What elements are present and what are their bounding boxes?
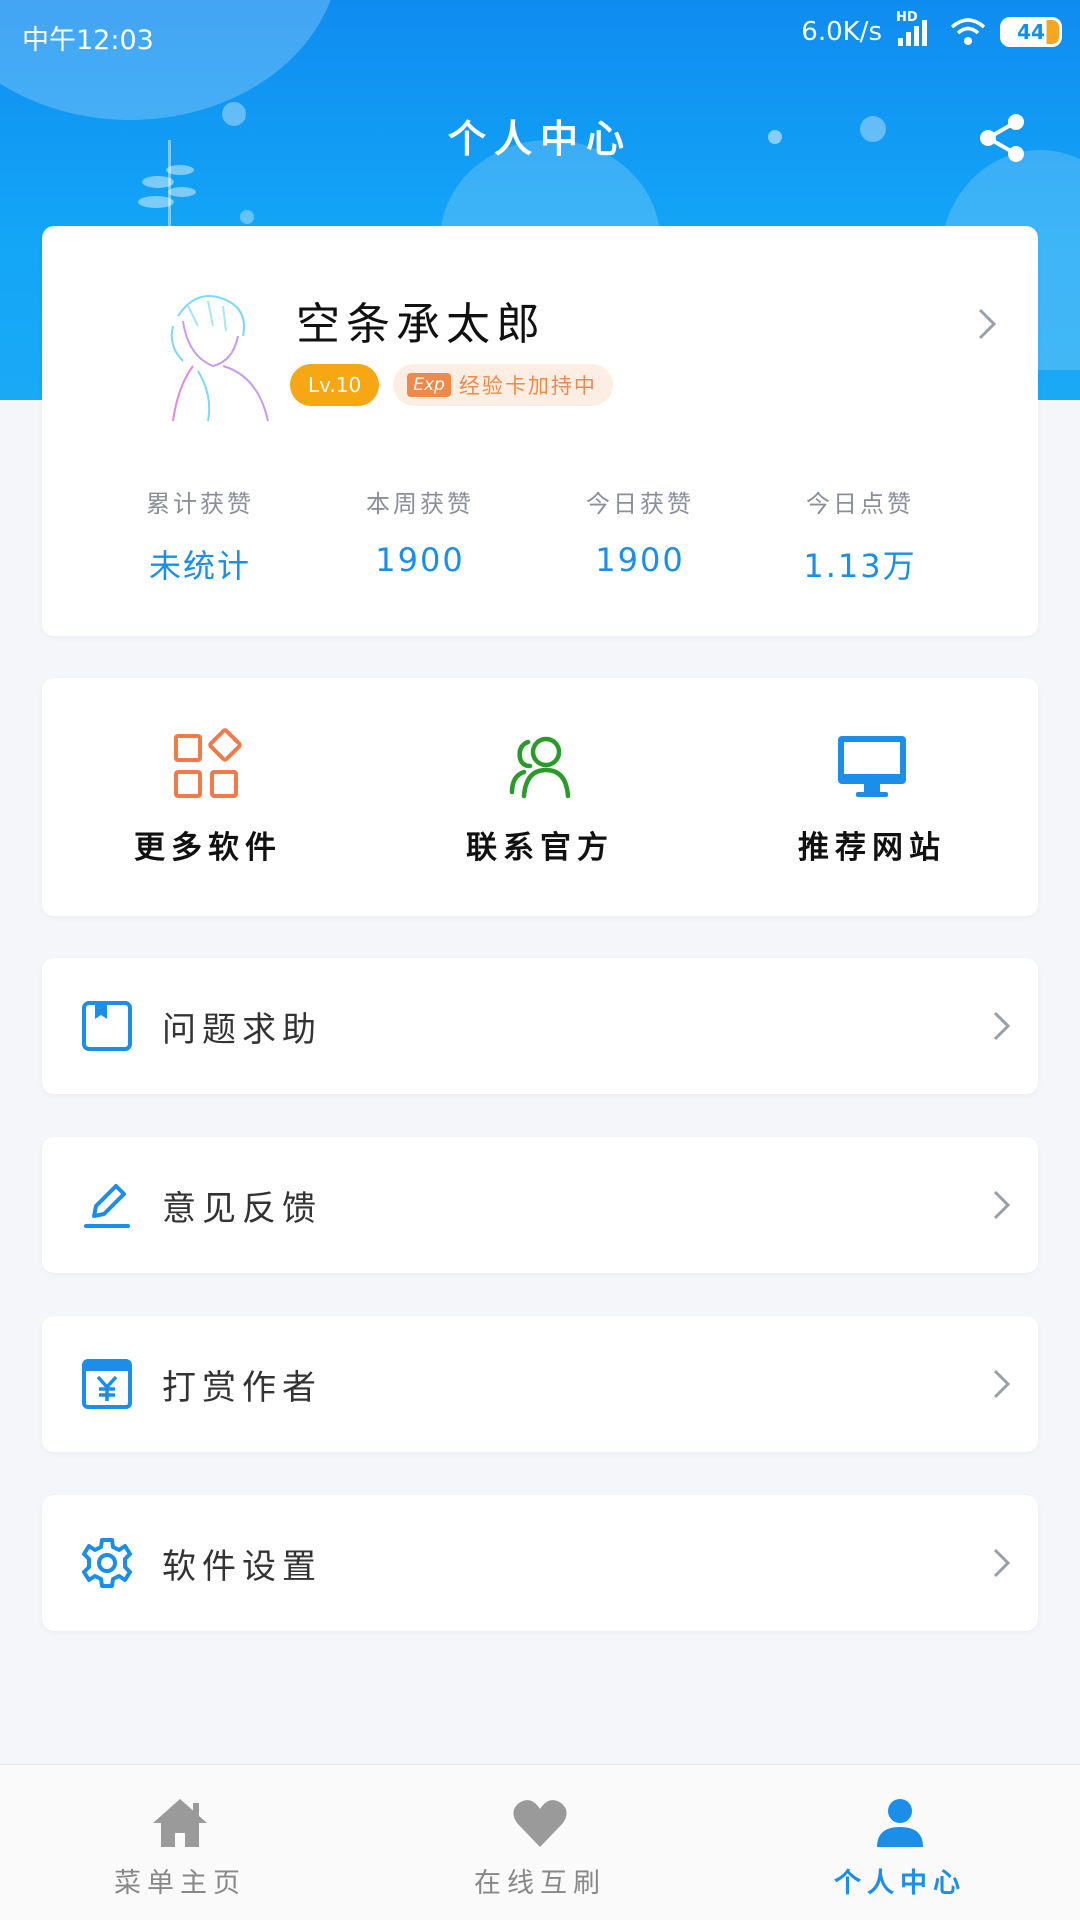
menu-label: 打赏作者	[162, 1367, 322, 1408]
status-bar: 中午12:03 6.0K/s HD 44	[0, 0, 1080, 70]
stat-total-likes: 累计获赞 未统计	[90, 484, 310, 587]
stat-value: 1900	[595, 541, 685, 579]
stat-label: 今日获赞	[586, 490, 694, 518]
chevron-right-icon	[993, 1369, 1011, 1399]
chevron-right-icon[interactable]	[976, 306, 1000, 342]
menu-item-reward[interactable]: 打赏作者	[42, 1316, 1038, 1452]
share-icon[interactable]	[974, 110, 1030, 166]
stat-value: 1.13万	[803, 547, 917, 585]
help-book-icon	[82, 1001, 132, 1051]
wifi-icon	[950, 18, 986, 45]
stat-label: 本周获赞	[366, 490, 474, 518]
quick-more-software[interactable]: 更多软件	[42, 678, 374, 916]
stat-today-given: 今日点赞 1.13万	[750, 484, 970, 587]
menu-item-feedback[interactable]: 意见反馈	[42, 1137, 1038, 1273]
stat-value: 1900	[375, 541, 465, 579]
nav-label: 菜单主页	[114, 1868, 246, 1899]
nav-online[interactable]: 在线互刷	[360, 1765, 720, 1920]
stat-value: 未统计	[148, 547, 251, 585]
stat-label: 累计获赞	[146, 490, 254, 518]
profile-card[interactable]: 空条承太郎 Lv.10 Exp 经验卡加持中 累计获赞 未统计 本周获赞 190…	[42, 226, 1038, 636]
nav-label: 个人中心	[834, 1868, 966, 1899]
network-badge: HD	[896, 10, 918, 25]
nav-profile[interactable]: 个人中心	[720, 1765, 1080, 1920]
menu-label: 意见反馈	[162, 1188, 322, 1229]
battery-level: 44	[1017, 20, 1045, 44]
menu-label: 软件设置	[162, 1546, 322, 1587]
heart-icon	[513, 1800, 567, 1847]
stat-today-likes: 今日获赞 1900	[530, 484, 750, 587]
chevron-right-icon	[993, 1011, 1011, 1041]
stats-row: 累计获赞 未统计 本周获赞 1900 今日获赞 1900 今日点赞 1.13万	[42, 484, 1038, 587]
monitor-icon	[838, 735, 906, 797]
network-speed: 6.0K/s	[801, 17, 882, 47]
apps-icon	[174, 727, 242, 798]
chevron-right-icon	[993, 1548, 1011, 1578]
quick-label: 联系官方	[466, 829, 614, 866]
home-icon	[153, 1799, 207, 1847]
quick-recommend-site[interactable]: 推荐网站	[706, 678, 1038, 916]
chevron-right-icon	[993, 1190, 1011, 1220]
reward-yen-icon	[82, 1359, 132, 1409]
menu-label: 问题求助	[162, 1009, 322, 1050]
signal-icon: HD	[896, 10, 936, 48]
quick-contact-official[interactable]: 联系官方	[374, 678, 706, 916]
stat-week-likes: 本周获赞 1900	[310, 484, 530, 587]
battery-icon: 44	[1000, 17, 1062, 47]
person-icon	[877, 1799, 923, 1847]
gear-icon	[82, 1538, 132, 1588]
nav-label: 在线互刷	[474, 1868, 606, 1899]
menu-item-settings[interactable]: 软件设置	[42, 1495, 1038, 1631]
contacts-icon	[509, 736, 571, 798]
quick-label: 推荐网站	[798, 829, 946, 866]
exp-tag: Exp	[407, 373, 451, 397]
quick-label: 更多软件	[134, 829, 282, 866]
menu-item-help[interactable]: 问题求助	[42, 958, 1038, 1094]
status-time: 中午12:03	[22, 25, 154, 56]
bottom-nav: 菜单主页 在线互刷 个人中心	[0, 1764, 1080, 1920]
edit-icon	[84, 1184, 130, 1228]
avatar[interactable]	[128, 276, 288, 426]
quick-actions-card: 更多软件 联系官方 推荐网站	[42, 678, 1038, 916]
nav-home[interactable]: 菜单主页	[0, 1765, 360, 1920]
username: 空条承太郎	[296, 299, 546, 350]
page-title: 个人中心	[447, 117, 632, 161]
level-badge: Lv.10	[290, 364, 380, 406]
exp-card-badge[interactable]: Exp 经验卡加持中	[393, 364, 613, 406]
stat-label: 今日点赞	[806, 490, 914, 518]
exp-text: 经验卡加持中	[458, 374, 597, 398]
